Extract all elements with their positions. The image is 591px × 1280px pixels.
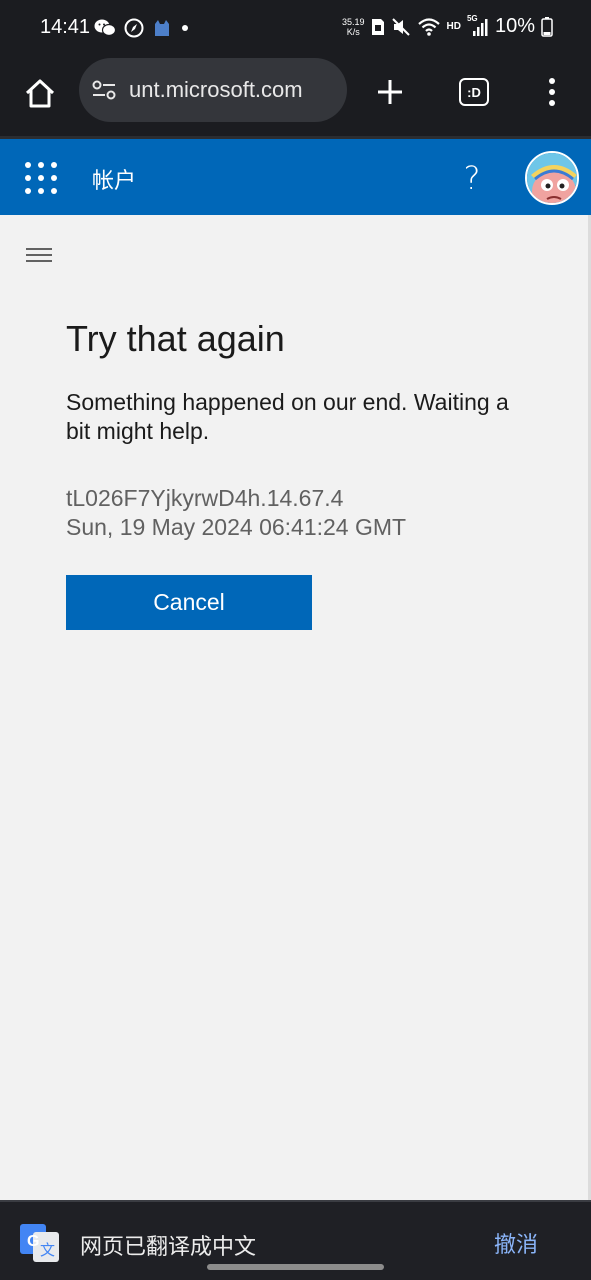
hamburger-menu-button[interactable]: [24, 244, 54, 268]
browser-toolbar: unt.microsoft.com :D: [0, 58, 591, 136]
translate-status-text: 网页已翻译成中文: [80, 1235, 257, 1260]
hamburger-icon: [26, 248, 52, 262]
sim-icon: [371, 18, 384, 35]
status-bar: 14:41 35.19 K/s HD 5G 10%: [0, 0, 591, 58]
error-correlation-id: tL026F7YjkyrwD4h.14.67.4: [66, 485, 344, 511]
signal-icon: [472, 18, 488, 36]
page-title: Try that again: [66, 318, 285, 359]
undo-translation-button[interactable]: 撤消: [494, 1227, 538, 1259]
more-vert-icon: [549, 78, 555, 106]
error-message: Something happened on our end. Waiting a…: [66, 389, 509, 444]
svg-text:文: 文: [40, 1241, 55, 1259]
browser-menu-button[interactable]: [532, 70, 572, 114]
system-indicators: 35.19 K/s HD 5G 10%: [341, 14, 553, 38]
header-title[interactable]: 帐户: [92, 163, 136, 195]
compass-icon: [124, 18, 144, 38]
notification-icons: [94, 18, 190, 38]
dot-icon: [182, 25, 188, 31]
tab-count-badge: :D: [459, 78, 489, 106]
cell-signal: 5G: [467, 14, 489, 38]
address-bar[interactable]: unt.microsoft.com: [79, 58, 347, 122]
help-button[interactable]: ?: [456, 157, 488, 199]
network-speed: 35.19 K/s: [341, 16, 365, 37]
app-launcher-button[interactable]: [22, 159, 60, 197]
mute-icon: [391, 17, 410, 36]
home-icon: [25, 79, 55, 108]
plus-icon: [378, 80, 402, 104]
cat-app-icon: [155, 20, 169, 36]
home-button[interactable]: [18, 72, 62, 116]
avatar-image: [527, 153, 577, 203]
avatar[interactable]: [525, 151, 579, 205]
tab-switcher-button[interactable]: :D: [452, 70, 496, 114]
cancel-button[interactable]: Cancel: [66, 575, 312, 630]
wechat-icon: [94, 19, 116, 37]
battery-icon: [541, 16, 553, 37]
new-tab-button[interactable]: [368, 70, 412, 114]
svg-text:G: G: [27, 1233, 39, 1250]
site-settings-icon[interactable]: [91, 78, 117, 102]
battery-percent: 10%: [494, 15, 535, 37]
account-header: 帐户 ?: [0, 136, 591, 215]
google-translate-icon: G 文: [20, 1224, 59, 1262]
gesture-home-indicator[interactable]: [207, 1264, 384, 1270]
error-timestamp: Sun, 19 May 2024 06:41:24 GMT: [66, 514, 407, 540]
waffle-icon: [25, 162, 57, 194]
url-text[interactable]: unt.microsoft.com: [129, 77, 303, 103]
status-time: 14:41: [40, 16, 91, 38]
wifi-icon: [417, 17, 440, 36]
hd-label: HD: [446, 21, 461, 32]
